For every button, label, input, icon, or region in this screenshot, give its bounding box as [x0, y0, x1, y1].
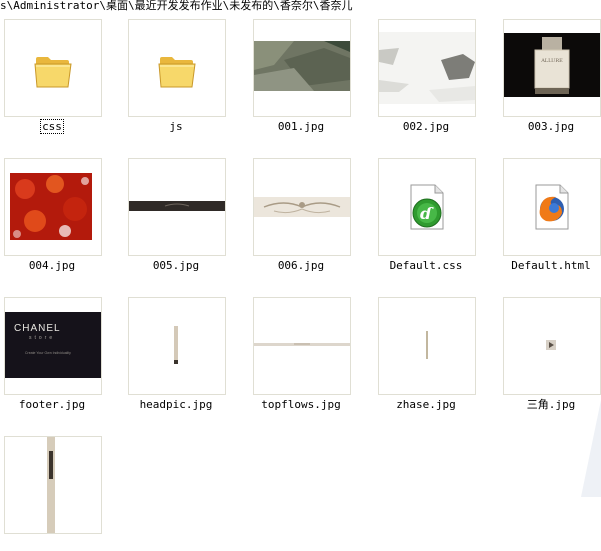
thumbnail	[503, 158, 601, 256]
thumbnail: ALLURE	[503, 19, 601, 117]
footer-brand: CHANEL	[14, 323, 61, 334]
misty-rocks-image	[379, 32, 475, 104]
thumbnail	[378, 297, 476, 395]
thumbnail	[503, 297, 601, 395]
perfume-bottle-image	[504, 33, 600, 97]
file-name: 001.jpg	[277, 120, 325, 133]
firefox-html-icon	[535, 184, 569, 230]
file-name: Default.css	[389, 259, 463, 272]
thumbnail	[4, 158, 102, 256]
file-name: Default.html	[511, 259, 591, 272]
thumbnail: ɗ	[378, 158, 476, 256]
footer-tagline: Create Your Own Individuality	[25, 351, 71, 355]
rock-landscape-image	[254, 41, 350, 91]
file-name: 005.jpg	[152, 259, 200, 272]
file-name: topflows.jpg	[261, 398, 341, 411]
thumbnail	[128, 158, 226, 256]
file-name: 002.jpg	[402, 120, 450, 133]
thumbnail	[4, 436, 102, 534]
red-leaves-image	[10, 173, 92, 240]
footer-sub: store	[29, 335, 56, 341]
file-name: 004.jpg	[28, 259, 76, 272]
file-name: css	[40, 119, 64, 134]
topflows-image	[254, 343, 350, 346]
triangle-image	[546, 340, 556, 350]
dark-band-image	[129, 201, 225, 211]
file-name: 006.jpg	[277, 259, 325, 272]
file-name	[0, 537, 107, 551]
file-name: 三角.jpg	[526, 398, 576, 411]
vertical-bar-image	[47, 437, 55, 533]
thumbnail: CHANEL store Create Your Own Individuali…	[4, 297, 102, 395]
thumbnail	[4, 19, 102, 117]
thumbnail	[253, 158, 351, 256]
perfume-label: ALLURE	[541, 58, 563, 64]
thumbnail	[253, 19, 351, 117]
zhase-image	[426, 331, 428, 359]
file-name: zhase.jpg	[396, 398, 456, 411]
file-name: js	[169, 120, 183, 133]
folder-icon	[34, 57, 72, 88]
file-name: headpic.jpg	[139, 398, 213, 411]
thumbnail	[378, 19, 476, 117]
dreamweaver-glyph: ɗ	[420, 204, 432, 223]
file-name: 003.jpg	[527, 120, 575, 133]
chanel-footer-image	[5, 312, 101, 378]
thumbnail	[128, 297, 226, 395]
headpic-image	[174, 326, 178, 364]
folder-icon	[158, 57, 196, 88]
file-name: footer.jpg	[18, 398, 86, 411]
ornament-band-image	[254, 197, 350, 217]
thumbnail	[253, 297, 351, 395]
address-path: s\Administrator\桌面\最近开发发布作业\未发布的\香奈尔\香奈儿	[0, 0, 353, 12]
thumbnail	[128, 19, 226, 117]
